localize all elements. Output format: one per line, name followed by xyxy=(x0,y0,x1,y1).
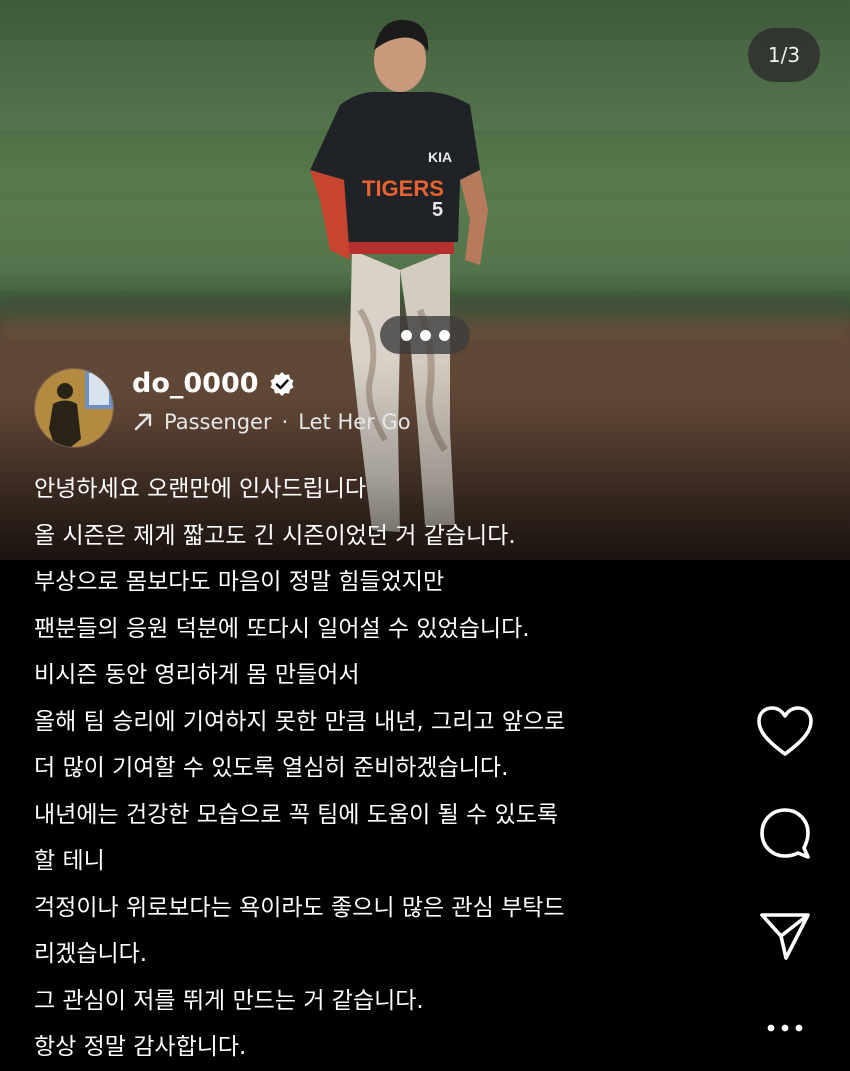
caption-line: 올해 팀 승리에 기여하지 못한 만큼 내년, 그리고 앞으로 xyxy=(34,708,566,735)
username-row: do_0000 xyxy=(132,368,295,399)
comment-button[interactable] xyxy=(750,803,820,863)
caption-line: 리겠습니다. xyxy=(34,941,148,967)
caption-line: 할 테니 xyxy=(34,848,105,874)
verified-icon xyxy=(270,371,294,396)
music-separator: · xyxy=(281,410,289,434)
avatar[interactable] xyxy=(34,368,114,448)
more-icon xyxy=(767,1024,803,1032)
caption-line: 항상 정말 감사합니다. xyxy=(34,1034,247,1060)
music-arrow-icon xyxy=(134,413,152,431)
share-icon xyxy=(760,913,810,960)
jersey-number-text: 5 xyxy=(432,199,443,221)
caption-line: 걱정이나 위로보다는 욕이라도 좋으니 많은 관심 부탁드 xyxy=(34,894,565,921)
avatar-image xyxy=(35,369,113,447)
caption-line: 더 많이 기여할 수 있도록 열심히 준비하겠습니다. xyxy=(34,755,509,781)
jersey-sponsor-text: KIA xyxy=(428,149,452,165)
caption: 안녕하세요 오랜만에 인사드립니다 올 시즌은 제게 짧고도 긴 시즌이었던 거… xyxy=(34,466,724,1071)
more-button[interactable] xyxy=(750,998,820,1058)
music-song: Let Her Go xyxy=(298,410,411,434)
image-counter-text: 1/3 xyxy=(767,43,801,67)
dot xyxy=(419,329,431,341)
dot xyxy=(438,329,450,341)
caption-line: 비시즌 동안 영리하게 몸 만들어서 xyxy=(34,662,360,688)
comment-icon xyxy=(760,808,810,859)
caption-line: 부상으로 몸보다도 마음이 정말 힘들었지만 xyxy=(34,569,445,595)
caption-line: 올 시즌은 제게 짧고도 긴 시즌이었던 거 같습니다. xyxy=(34,522,516,549)
username[interactable]: do_0000 xyxy=(132,368,259,399)
share-button[interactable] xyxy=(750,906,820,966)
caption-line: 팬분들의 응원 덕분에 또다시 일어설 수 있었습니다. xyxy=(34,615,530,642)
carousel-more-button[interactable] xyxy=(380,316,470,354)
heart-icon xyxy=(757,706,813,756)
dot xyxy=(400,329,412,341)
like-button[interactable] xyxy=(750,702,820,762)
caption-line: 안녕하세요 오랜만에 인사드립니다 xyxy=(34,476,367,502)
music-artist: Passenger xyxy=(164,410,272,434)
caption-line: 그 관심이 저를 뛰게 만드는 거 같습니다. xyxy=(34,987,424,1014)
music-row[interactable]: Passenger · Let Her Go xyxy=(132,410,411,434)
caption-line: 내년에는 건강한 모습으로 꼭 팀에 도움이 될 수 있도록 xyxy=(34,801,559,828)
jersey-team-text: TIGERS xyxy=(362,176,444,201)
image-counter: 1/3 xyxy=(748,28,820,82)
